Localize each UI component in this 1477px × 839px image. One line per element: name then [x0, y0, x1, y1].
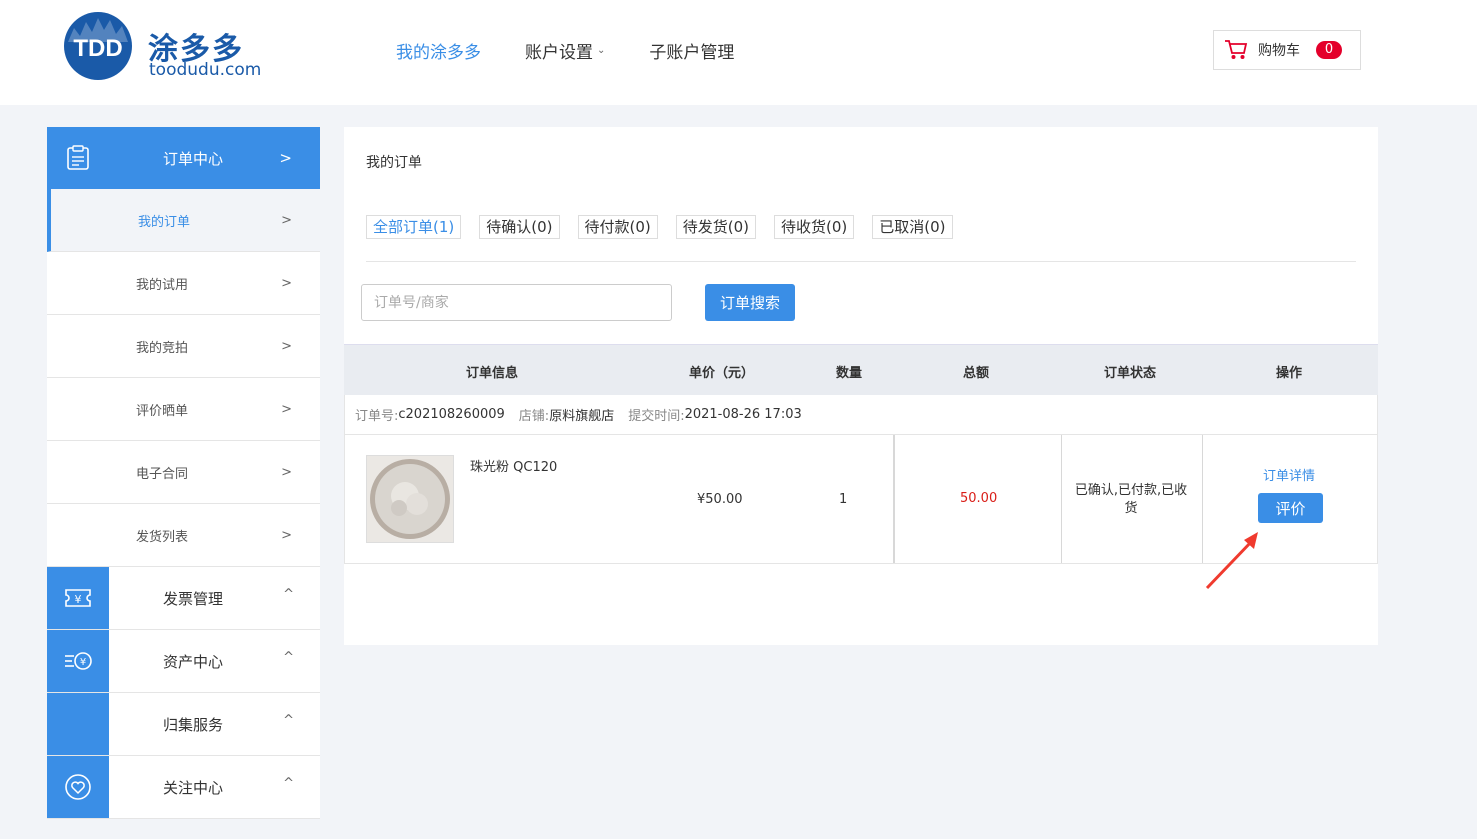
chevron-right-icon: >	[281, 275, 292, 291]
chevron-down-icon: ⌄	[597, 44, 606, 56]
tab-pending-payment[interactable]: 待付款(0)	[577, 215, 658, 239]
sidebar-item-label: 我的试用	[136, 277, 189, 293]
page-title: 我的订单	[366, 155, 422, 171]
order-no-label: 订单号:	[355, 409, 399, 424]
sidebar-order-center[interactable]: 订单中心 >	[47, 127, 320, 189]
logo-mark-text: TDD	[73, 35, 122, 62]
cart-button[interactable]: 购物车 0	[1213, 30, 1361, 70]
sidebar-item-label: 电子合同	[136, 466, 189, 482]
cart-label: 购物车	[1258, 43, 1300, 59]
sidebar-group-label: 归集服务	[163, 716, 224, 734]
column-header: 操作	[1276, 366, 1303, 381]
order-search-button[interactable]: 订单搜索	[705, 284, 795, 321]
sidebar-order-center-label: 订单中心	[163, 149, 224, 168]
sidebar: 订单中心 > 我的订单 > 我的试用 > 我的竞拍 > 评价晒单 > 电子合同 …	[47, 127, 320, 819]
submit-time: 2021-08-26 17:03	[684, 407, 802, 422]
unit-price: ¥50.00	[697, 492, 743, 507]
submit-time-label: 提交时间:	[628, 409, 685, 424]
sidebar-group-icon-box: ¥	[47, 630, 109, 692]
chevron-up-icon: ^	[283, 650, 294, 665]
tab-pending-confirm[interactable]: 待确认(0)	[479, 215, 560, 239]
shop-name: 原料旗舰店	[549, 409, 615, 424]
logo-mark-icon: TDD	[64, 12, 132, 80]
sidebar-item-label: 我的竞拍	[136, 340, 189, 356]
chevron-up-icon: ^	[283, 587, 294, 602]
tab-cancelled[interactable]: 已取消(0)	[872, 215, 953, 239]
top-nav: 我的涂多多 账户设置 ⌄ 子账户管理	[396, 36, 778, 64]
chevron-right-icon: >	[281, 401, 292, 417]
chevron-right-icon: >	[281, 527, 292, 543]
sidebar-item-shipments[interactable]: 发货列表 >	[47, 504, 320, 567]
divider	[366, 261, 1356, 262]
order-status-tabs: 全部订单(1) 待确认(0) 待付款(0) 待发货(0) 待收货(0) 已取消(…	[366, 215, 971, 239]
product-name[interactable]: 珠光粉 QC120	[470, 456, 557, 475]
order-no: c202108260009	[398, 407, 505, 422]
sidebar-group-icon-box	[47, 756, 109, 818]
sidebar-group-follow[interactable]: 关注中心 ^	[47, 756, 320, 819]
sidebar-item-my-trials[interactable]: 我的试用 >	[47, 252, 320, 315]
invoice-icon: ¥	[65, 589, 91, 607]
product-image[interactable]	[366, 455, 454, 543]
tab-pending-receipt[interactable]: 待收货(0)	[774, 215, 855, 239]
annotation-arrow-icon	[1205, 532, 1258, 590]
sidebar-item-label: 发货列表	[136, 529, 189, 545]
order-meta-row: 订单号: c202108260009 店铺: 原料旗舰店 提交时间: 2021-…	[344, 395, 1378, 435]
sidebar-group-label: 资产中心	[163, 653, 224, 671]
quantity: 1	[839, 492, 848, 507]
nav-my-toodudu[interactable]: 我的涂多多	[396, 38, 481, 63]
column-header: 数量	[836, 366, 863, 381]
site-header: TDD 涂多多 toodudu.com 我的涂多多 账户设置 ⌄ 子账户管理 购…	[0, 0, 1477, 105]
chevron-right-icon: >	[281, 212, 292, 228]
sidebar-group-label: 关注中心	[163, 779, 224, 797]
sidebar-item-my-orders[interactable]: 我的订单 >	[47, 189, 320, 252]
order-search-input[interactable]	[361, 284, 672, 321]
shop-label: 店铺:	[518, 409, 550, 424]
cart-count-badge: 0	[1316, 41, 1342, 59]
sidebar-item-contracts[interactable]: 电子合同 >	[47, 441, 320, 504]
chevron-up-icon: ^	[283, 776, 294, 791]
sidebar-group-label: 发票管理	[163, 590, 224, 608]
review-button[interactable]: 评价	[1258, 493, 1323, 523]
order-total: 50.00	[960, 491, 998, 506]
chevron-right-icon: >	[281, 338, 292, 354]
svg-text:¥: ¥	[75, 593, 82, 606]
column-header: 订单状态	[1104, 366, 1157, 381]
chevron-right-icon: >	[279, 149, 292, 167]
chevron-up-icon: ^	[283, 713, 294, 728]
sidebar-item-label: 评价晒单	[136, 403, 189, 419]
column-divider	[894, 435, 895, 563]
site-logo[interactable]: TDD 涂多多 toodudu.com	[62, 8, 262, 84]
chevron-right-icon: >	[281, 464, 292, 480]
coin-icon: ¥	[65, 652, 92, 670]
clipboard-icon	[67, 145, 89, 170]
column-header: 总额	[963, 366, 990, 381]
heart-icon	[65, 774, 91, 800]
sidebar-group-invoice[interactable]: ¥ 发票管理 ^	[47, 567, 320, 630]
column-divider	[1061, 435, 1062, 563]
tab-pending-shipment[interactable]: 待发货(0)	[675, 215, 756, 239]
sidebar-item-label: 我的订单	[138, 214, 191, 230]
sidebar-group-icon-box: ¥	[47, 567, 109, 629]
column-header: 单价（元）	[689, 366, 755, 381]
table-header: 订单信息 单价（元） 数量 总额 订单状态 操作	[344, 344, 1378, 395]
nav-label: 账户设置	[525, 42, 593, 63]
nav-label: 我的涂多多	[396, 42, 481, 63]
column-header: 订单信息	[466, 366, 519, 381]
svg-text:¥: ¥	[80, 657, 86, 668]
sidebar-item-reviews[interactable]: 评价晒单 >	[47, 378, 320, 441]
order-detail-link[interactable]: 订单详情	[1263, 465, 1315, 484]
cart-icon	[1225, 40, 1248, 59]
powder-dish-image	[367, 456, 453, 542]
nav-label: 子账户管理	[649, 42, 735, 63]
order-status: 已确认,已付款,已收货	[1074, 483, 1188, 516]
sidebar-group-icon-box	[47, 693, 109, 755]
nav-sub-account[interactable]: 子账户管理	[649, 38, 734, 63]
sidebar-item-my-auctions[interactable]: 我的竞拍 >	[47, 315, 320, 378]
nav-account-settings[interactable]: 账户设置 ⌄	[525, 38, 605, 63]
logo-domain: toodudu.com	[149, 60, 262, 80]
sidebar-group-assets[interactable]: ¥ 资产中心 ^	[47, 630, 320, 693]
sidebar-group-collection[interactable]: 归集服务 ^	[47, 693, 320, 756]
tab-all-orders[interactable]: 全部订单(1)	[366, 215, 462, 239]
